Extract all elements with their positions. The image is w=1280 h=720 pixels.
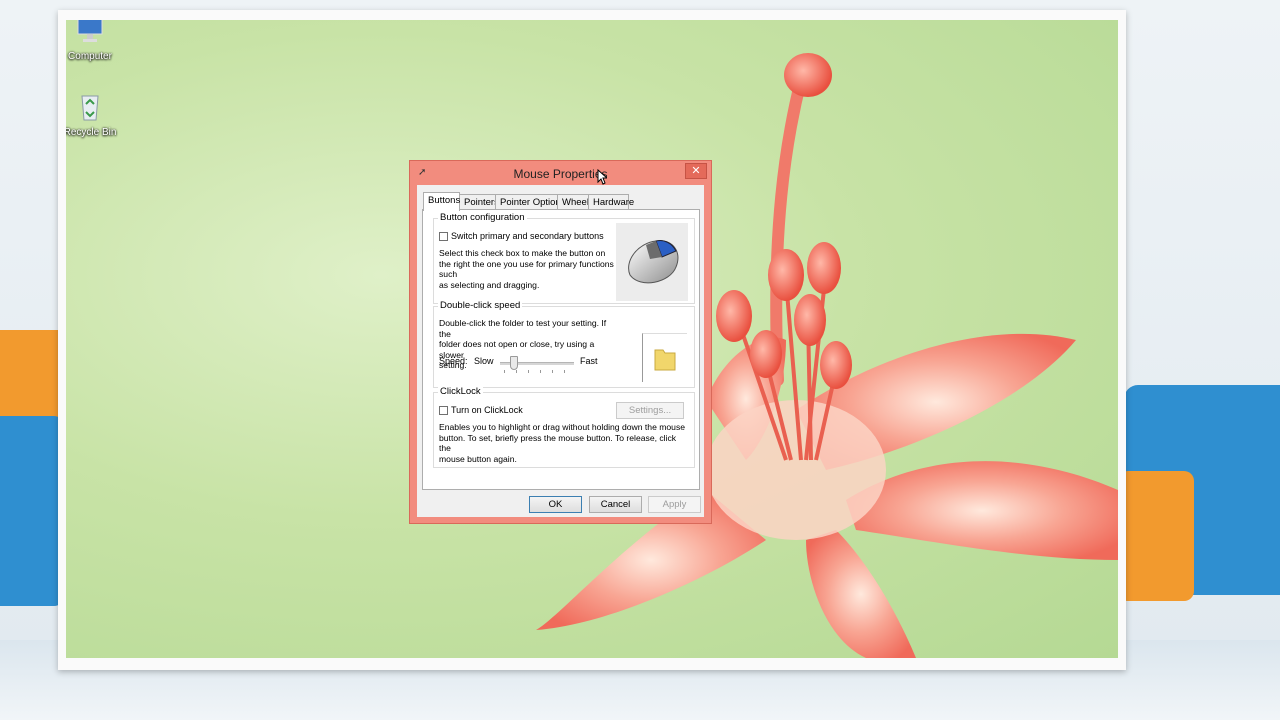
- tab-buttons[interactable]: Buttons: [423, 192, 460, 211]
- description-line: Enables you to highlight or drag without…: [439, 422, 686, 432]
- folder-icon: [654, 349, 676, 371]
- slider-tick: [552, 370, 553, 373]
- fast-label: Fast: [580, 356, 598, 366]
- group-title: Button configuration: [438, 212, 527, 223]
- button-configuration-group: Button configuration Switch primary and …: [433, 212, 695, 304]
- dialog-titlebar[interactable]: ➚ Mouse Properties ✕: [410, 161, 711, 185]
- mouse-preview: [616, 223, 688, 301]
- mouse-properties-dialog: ➚ Mouse Properties ✕ Buttons Pointers Po…: [409, 160, 712, 524]
- slider-tick: [540, 370, 541, 373]
- dialog-client-area: Buttons Pointers Pointer Options Wheel H…: [417, 185, 704, 517]
- apply-button[interactable]: Apply: [648, 496, 701, 513]
- desktop-icon-computer[interactable]: Computer: [66, 20, 120, 62]
- clicklock-checkbox[interactable]: [439, 406, 448, 415]
- description-line: Select this check box to make the button…: [439, 248, 606, 258]
- mouse-device-icon: [628, 240, 679, 284]
- slider-tick: [516, 370, 517, 373]
- chair-left-decoration: [0, 330, 64, 610]
- desktop-icon-label: Computer: [68, 51, 112, 62]
- description-line: button. To set, briefly press the mouse …: [439, 432, 677, 454]
- speed-label: Speed:: [439, 356, 468, 366]
- clicklock-settings-button[interactable]: Settings...: [616, 402, 684, 419]
- slider-tick: [564, 370, 565, 373]
- desktop-icon-recycle-bin[interactable]: Recycle Bin: [66, 90, 120, 138]
- tab-pointer-options[interactable]: Pointer Options: [495, 194, 565, 210]
- speed-slider-thumb[interactable]: [509, 356, 518, 370]
- description-line: mouse button again.: [439, 453, 517, 464]
- desktop-icon-label: Recycle Bin: [66, 127, 117, 138]
- mouse-cursor-icon: [597, 169, 607, 185]
- cancel-button[interactable]: Cancel: [589, 496, 642, 513]
- computer-icon: [77, 20, 103, 42]
- switch-buttons-label[interactable]: Switch primary and secondary buttons: [451, 231, 604, 241]
- clicklock-description: Enables you to highlight or drag without…: [439, 422, 689, 464]
- close-icon: ✕: [691, 165, 701, 177]
- ok-button[interactable]: OK: [529, 496, 582, 513]
- group-title: Double-click speed: [438, 300, 523, 311]
- description-line: Double-click the folder to test your set…: [439, 318, 607, 339]
- tab-hardware[interactable]: Hardware: [588, 194, 634, 210]
- description-line: the right the one you use for primary fu…: [439, 258, 614, 280]
- clicklock-label[interactable]: Turn on ClickLock: [451, 405, 523, 415]
- slider-tick: [504, 370, 505, 373]
- slow-label: Slow: [474, 356, 494, 366]
- recycle-bin-icon: [81, 95, 99, 121]
- description-line: as selecting and dragging.: [439, 279, 540, 290]
- buttons-tab-panel: Button configuration Switch primary and …: [422, 209, 700, 490]
- test-folder-area[interactable]: [642, 333, 687, 382]
- close-button[interactable]: ✕: [685, 163, 707, 179]
- clicklock-group: ClickLock Turn on ClickLock Settings... …: [433, 386, 695, 468]
- button-config-description: Select this check box to make the button…: [439, 248, 619, 290]
- tab-wheel[interactable]: Wheel: [557, 194, 589, 210]
- double-click-speed-group: Double-click speed Double-click the fold…: [433, 300, 695, 388]
- slider-tick: [528, 370, 529, 373]
- chair-right-decoration: [1118, 385, 1280, 615]
- group-title: ClickLock: [438, 386, 483, 397]
- dialog-title: Mouse Properties: [513, 167, 608, 181]
- tab-pointers[interactable]: Pointers: [459, 194, 499, 210]
- switch-buttons-checkbox[interactable]: [439, 232, 448, 241]
